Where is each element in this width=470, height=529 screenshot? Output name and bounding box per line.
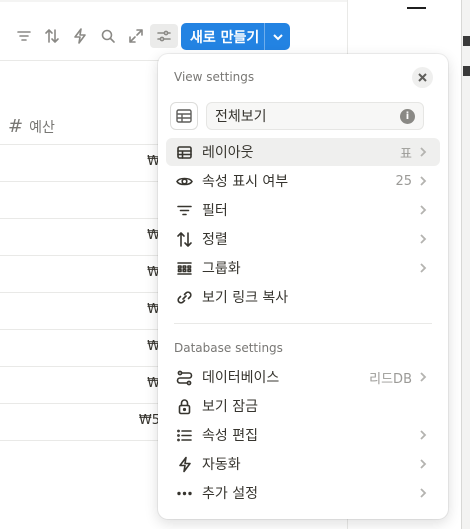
menu-item-database[interactable]: 데이터베이스 리드DB [166, 363, 440, 391]
view-name-value: 전체보기 [215, 109, 267, 125]
menu-item-edit-properties[interactable]: 속성 편집 [166, 421, 440, 449]
top-divider [0, 0, 347, 2]
row-divider [0, 181, 170, 182]
close-icon[interactable] [412, 67, 433, 88]
row-divider [0, 440, 170, 441]
row-divider [0, 329, 170, 330]
chevron-right-icon [418, 430, 432, 440]
chevron-right-icon [418, 372, 432, 382]
section-divider [174, 323, 432, 324]
row-divider [0, 292, 170, 293]
menu-item-label: 자동화 [202, 457, 241, 473]
column-header-budget[interactable]: # 예산 [8, 116, 55, 137]
menu-item-value: 표 [400, 146, 412, 162]
table-icon[interactable] [170, 102, 198, 130]
table-icon [174, 142, 194, 162]
sort-icon [174, 229, 194, 249]
expand-icon[interactable] [122, 24, 150, 48]
chevron-right-icon [418, 147, 432, 157]
menu-item-more-settings[interactable]: 추가 설정 [166, 479, 440, 507]
menu-item-label: 보기 링크 복사 [202, 290, 289, 306]
row-divider [0, 403, 170, 404]
new-button-label: 새로 만들기 [190, 29, 260, 46]
chevron-right-icon [418, 234, 432, 244]
scroll-marker [463, 66, 470, 76]
new-button[interactable]: 새로 만들기 [181, 23, 290, 50]
menu-item-group[interactable]: 그룹화 [166, 254, 440, 282]
database-icon [174, 367, 194, 387]
budget-cell[interactable]: ₩5 [139, 413, 160, 428]
automation-icon[interactable] [66, 24, 94, 48]
info-icon[interactable]: i [400, 109, 415, 124]
chevron-down-icon[interactable] [265, 31, 290, 43]
menu-item-sort[interactable]: 정렬 [166, 225, 440, 253]
row-divider [0, 144, 170, 145]
view-name-row: 전체보기 i [170, 102, 424, 130]
chevron-right-icon [418, 205, 432, 215]
group-icon [174, 258, 194, 278]
more-icon [174, 483, 194, 503]
menu-item-copy-link[interactable]: 보기 링크 복사 [166, 283, 440, 311]
minimize-icon[interactable] [407, 7, 426, 9]
section-title: Database settings [174, 341, 283, 355]
menu-item-label: 레이아웃 [202, 145, 254, 161]
link-icon [174, 287, 194, 307]
column-header-label: 예산 [29, 119, 55, 136]
menu-item-value: 리드DB [369, 371, 412, 387]
row-divider [0, 255, 170, 256]
menu-item-label: 보기 잠금 [202, 399, 258, 415]
menu-item-layout[interactable]: 레이아웃 표 [166, 138, 440, 166]
view-toolbar [10, 24, 178, 48]
row-divider [0, 218, 170, 219]
view-name-input[interactable]: 전체보기 i [206, 102, 424, 130]
chevron-right-icon [418, 263, 432, 273]
menu-item-label: 속성 편집 [202, 428, 258, 444]
automation-icon [174, 454, 194, 474]
menu-item-property-visibility[interactable]: 속성 표시 여부 25 [166, 167, 440, 195]
menu-item-label: 속성 표시 여부 [202, 174, 289, 190]
menu-item-filter[interactable]: 필터 [166, 196, 440, 224]
menu-item-label: 그룹화 [202, 261, 241, 277]
number-property-icon: # [8, 116, 24, 137]
settings-icon[interactable] [150, 24, 178, 48]
sort-icon[interactable] [38, 24, 66, 48]
chevron-right-icon [418, 459, 432, 469]
chevron-right-icon [418, 488, 432, 498]
menu-item-label: 정렬 [202, 232, 228, 248]
menu-item-label: 필터 [202, 203, 228, 219]
filter-icon [174, 200, 194, 220]
row-divider [0, 366, 170, 367]
scroll-marker [463, 36, 470, 46]
view-settings-popup: View settings 전체보기 i 레이아웃 표 속성 표시 여부 25 … [158, 54, 448, 519]
menu-item-label: 추가 설정 [202, 486, 258, 502]
popup-title: View settings [174, 70, 255, 84]
menu-item-value: 25 [395, 173, 412, 189]
lock-icon [174, 396, 194, 416]
search-icon[interactable] [94, 24, 122, 48]
side-scrollbar[interactable] [461, 0, 470, 529]
chevron-right-icon [418, 176, 432, 186]
menu-item-lock-view[interactable]: 보기 잠금 [166, 392, 440, 420]
menu-item-automation[interactable]: 자동화 [166, 450, 440, 478]
menu-item-label: 데이터베이스 [202, 370, 280, 386]
filter-icon[interactable] [10, 24, 38, 48]
list-icon [174, 425, 194, 445]
eye-icon [174, 171, 194, 191]
